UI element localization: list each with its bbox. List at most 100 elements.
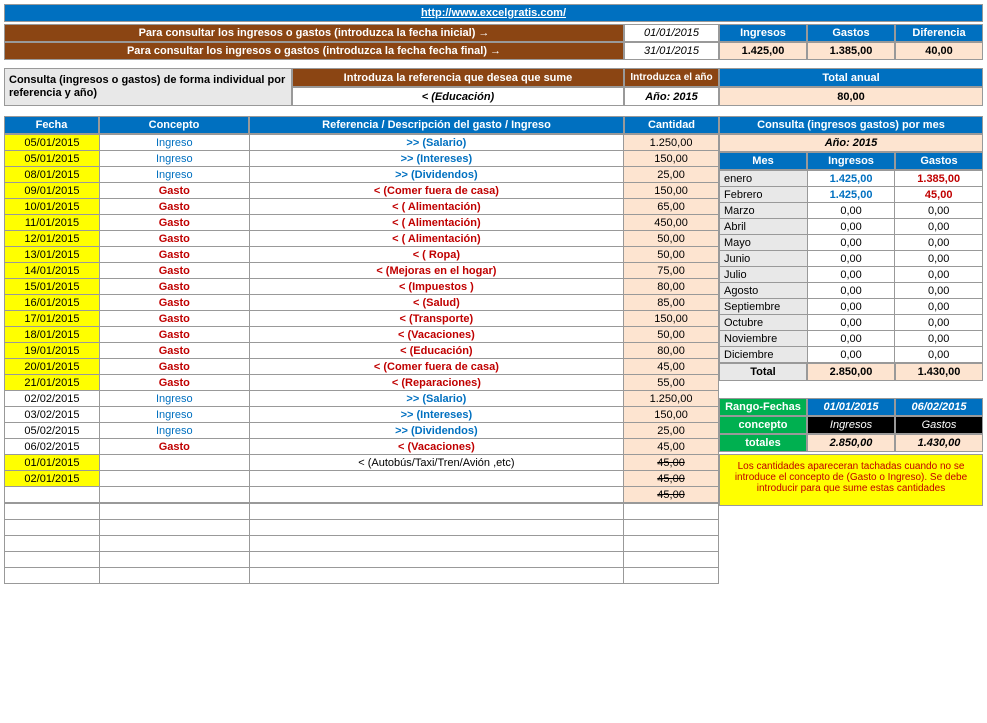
- entry-concepto[interactable]: Gasto: [99, 295, 249, 311]
- entry-cantidad[interactable]: 45,00: [624, 455, 719, 471]
- entry-concepto[interactable]: Gasto: [99, 327, 249, 343]
- entry-cantidad[interactable]: 150,00: [624, 407, 719, 423]
- entry-concepto[interactable]: Ingreso: [99, 135, 249, 151]
- entry-concepto[interactable]: Ingreso: [99, 423, 249, 439]
- ref-selected[interactable]: < (Educación): [292, 87, 624, 106]
- entry-cantidad[interactable]: 50,00: [624, 327, 719, 343]
- entry-cantidad[interactable]: 50,00: [624, 231, 719, 247]
- entry-ref[interactable]: >> (Intereses): [249, 151, 623, 167]
- entry-cantidad[interactable]: 45,00: [624, 359, 719, 375]
- date-start[interactable]: 01/01/2015: [624, 24, 719, 42]
- month-name: Agosto: [720, 283, 808, 299]
- entry-ref[interactable]: < (Vacaciones): [249, 327, 623, 343]
- entry-fecha[interactable]: 18/01/2015: [5, 327, 100, 343]
- entry-concepto[interactable]: Gasto: [99, 311, 249, 327]
- entry-ref[interactable]: < ( Ropa): [249, 247, 623, 263]
- entry-cantidad[interactable]: 25,00: [624, 167, 719, 183]
- entry-fecha[interactable]: 03/02/2015: [5, 407, 100, 423]
- entry-concepto[interactable]: [99, 487, 249, 503]
- entry-fecha[interactable]: 08/01/2015: [5, 167, 100, 183]
- entry-fecha[interactable]: [5, 487, 100, 503]
- entry-cantidad[interactable]: 450,00: [624, 215, 719, 231]
- entry-ref[interactable]: < (Educación): [249, 343, 623, 359]
- entry-fecha[interactable]: 10/01/2015: [5, 199, 100, 215]
- entry-concepto[interactable]: Gasto: [99, 247, 249, 263]
- entry-cantidad[interactable]: 80,00: [624, 279, 719, 295]
- entry-fecha[interactable]: 01/01/2015: [5, 455, 100, 471]
- entry-concepto[interactable]: Ingreso: [99, 391, 249, 407]
- entry-ref[interactable]: < ( Alimentación): [249, 231, 623, 247]
- entry-concepto[interactable]: Gasto: [99, 183, 249, 199]
- entry-concepto[interactable]: Gasto: [99, 343, 249, 359]
- entry-ref[interactable]: < ( Alimentación): [249, 215, 623, 231]
- entry-ref[interactable]: < (Salud): [249, 295, 623, 311]
- entry-fecha[interactable]: 05/01/2015: [5, 151, 100, 167]
- entry-cantidad[interactable]: 55,00: [624, 375, 719, 391]
- entry-cantidad[interactable]: 1.250,00: [624, 391, 719, 407]
- entry-cantidad[interactable]: 1.250,00: [624, 135, 719, 151]
- entry-ref[interactable]: >> (Salario): [249, 391, 623, 407]
- entry-fecha[interactable]: 11/01/2015: [5, 215, 100, 231]
- entry-concepto[interactable]: Gasto: [99, 279, 249, 295]
- entry-ref[interactable]: [249, 471, 623, 487]
- date-end[interactable]: 31/01/2015: [624, 42, 719, 60]
- entry-fecha[interactable]: 15/01/2015: [5, 279, 100, 295]
- entry-ref[interactable]: < (Impuestos ): [249, 279, 623, 295]
- entry-concepto[interactable]: Gasto: [99, 439, 249, 455]
- entry-concepto[interactable]: [99, 455, 249, 471]
- entry-fecha[interactable]: 20/01/2015: [5, 359, 100, 375]
- entry-ref[interactable]: < (Comer fuera de casa): [249, 359, 623, 375]
- entry-ref[interactable]: [249, 487, 623, 503]
- entry-ref[interactable]: < (Vacaciones): [249, 439, 623, 455]
- entry-cantidad[interactable]: 65,00: [624, 199, 719, 215]
- entry-fecha[interactable]: 13/01/2015: [5, 247, 100, 263]
- entry-cantidad[interactable]: 45,00: [624, 471, 719, 487]
- entry-ref[interactable]: >> (Dividendos): [249, 167, 623, 183]
- entry-cantidad[interactable]: 150,00: [624, 183, 719, 199]
- entry-ref[interactable]: < (Comer fuera de casa): [249, 183, 623, 199]
- entry-concepto[interactable]: Ingreso: [99, 167, 249, 183]
- entry-fecha[interactable]: 12/01/2015: [5, 231, 100, 247]
- entry-fecha[interactable]: 06/02/2015: [5, 439, 100, 455]
- entry-ref[interactable]: < (Reparaciones): [249, 375, 623, 391]
- entry-fecha[interactable]: 05/01/2015: [5, 135, 100, 151]
- entry-ref[interactable]: >> (Intereses): [249, 407, 623, 423]
- entry-cantidad[interactable]: 80,00: [624, 343, 719, 359]
- entry-fecha[interactable]: 17/01/2015: [5, 311, 100, 327]
- entry-cantidad[interactable]: 25,00: [624, 423, 719, 439]
- entry-ref[interactable]: < (Autobús/Taxi/Tren/Avión ,etc): [249, 455, 623, 471]
- entry-concepto[interactable]: [99, 471, 249, 487]
- entry-ref[interactable]: >> (Salario): [249, 135, 623, 151]
- entry-cantidad[interactable]: 45,00: [624, 487, 719, 503]
- entry-concepto[interactable]: Gasto: [99, 263, 249, 279]
- entry-ref[interactable]: < ( Alimentación): [249, 199, 623, 215]
- entry-ref[interactable]: >> (Dividendos): [249, 423, 623, 439]
- entry-fecha[interactable]: 19/01/2015: [5, 343, 100, 359]
- entry-concepto[interactable]: Gasto: [99, 359, 249, 375]
- entry-cantidad[interactable]: 75,00: [624, 263, 719, 279]
- entry-cantidad[interactable]: 85,00: [624, 295, 719, 311]
- entry-cantidad[interactable]: 45,00: [624, 439, 719, 455]
- entry-fecha[interactable]: 21/01/2015: [5, 375, 100, 391]
- month-name: Julio: [720, 267, 808, 283]
- entry-fecha[interactable]: 14/01/2015: [5, 263, 100, 279]
- ano-value[interactable]: Año: 2015: [624, 87, 719, 106]
- entry-fecha[interactable]: 09/01/2015: [5, 183, 100, 199]
- entry-concepto[interactable]: Gasto: [99, 231, 249, 247]
- entry-fecha[interactable]: 05/02/2015: [5, 423, 100, 439]
- entry-fecha[interactable]: 02/02/2015: [5, 391, 100, 407]
- entry-concepto[interactable]: Gasto: [99, 215, 249, 231]
- entry-fecha[interactable]: 02/01/2015: [5, 471, 100, 487]
- entry-concepto[interactable]: Ingreso: [99, 407, 249, 423]
- entry-cantidad[interactable]: 150,00: [624, 311, 719, 327]
- entry-concepto[interactable]: Gasto: [99, 199, 249, 215]
- header-url[interactable]: http://www.excelgratis.com/: [4, 4, 983, 22]
- entry-ref[interactable]: < (Mejoras en el hogar): [249, 263, 623, 279]
- entry-concepto[interactable]: Gasto: [99, 375, 249, 391]
- url-link[interactable]: http://www.excelgratis.com/: [421, 7, 566, 19]
- entry-cantidad[interactable]: 50,00: [624, 247, 719, 263]
- entry-ref[interactable]: < (Transporte): [249, 311, 623, 327]
- entry-cantidad[interactable]: 150,00: [624, 151, 719, 167]
- entry-concepto[interactable]: Ingreso: [99, 151, 249, 167]
- entry-fecha[interactable]: 16/01/2015: [5, 295, 100, 311]
